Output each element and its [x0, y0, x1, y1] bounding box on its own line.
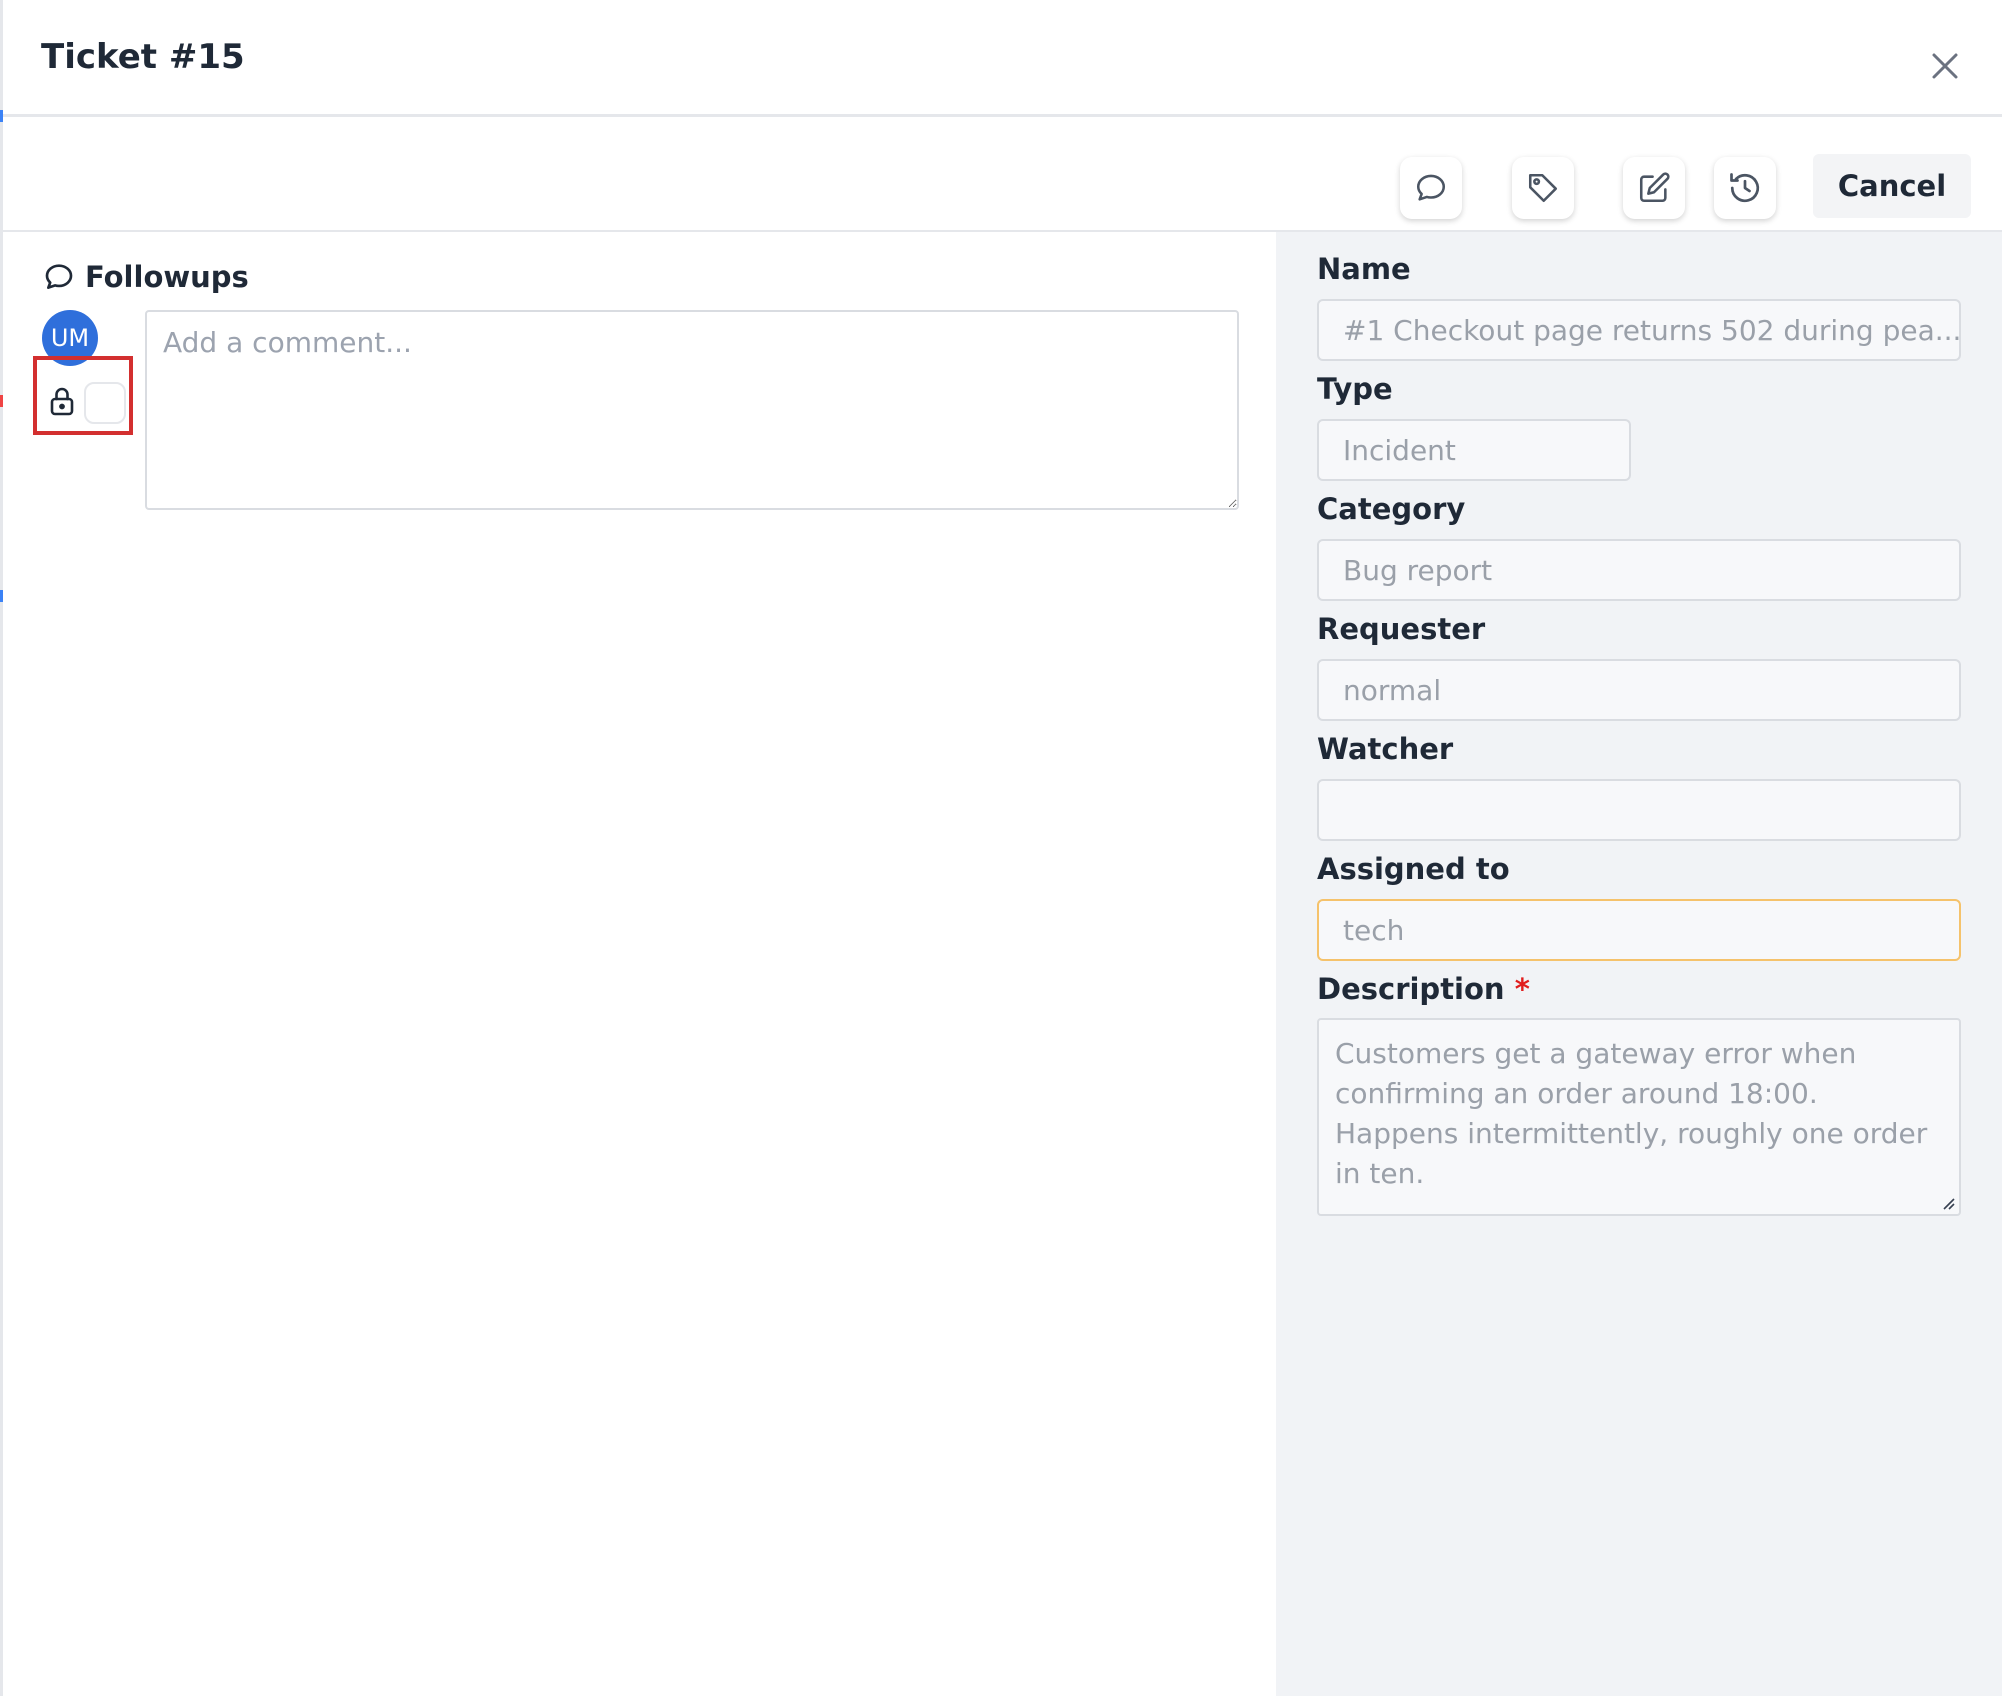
edit-button[interactable]	[1623, 157, 1685, 219]
name-label: Name	[1317, 252, 1411, 286]
edit-icon	[1639, 172, 1670, 203]
comment-input[interactable]	[145, 310, 1239, 510]
history-button[interactable]	[1714, 157, 1776, 219]
assigned-to-label: Assigned to	[1317, 852, 1510, 886]
followup-button[interactable]	[1400, 157, 1462, 219]
followups-title: Followups	[85, 260, 249, 294]
followups-pane: Followups UM	[3, 232, 1276, 1696]
type-field[interactable]: Incident	[1317, 419, 1631, 481]
requester-field[interactable]: normal	[1317, 659, 1961, 721]
description-text: Customers get a gateway error when confi…	[1335, 1037, 1928, 1190]
chat-bubble-icon	[1416, 174, 1446, 201]
modal-toolbar: Cancel	[3, 117, 2002, 232]
cancel-button[interactable]: Cancel	[1813, 154, 1971, 218]
modal-title: Ticket #15	[41, 37, 245, 77]
lock-icon	[50, 387, 74, 416]
followups-header: Followups	[43, 260, 249, 294]
ticket-details-pane: Name #1 Checkout page returns 502 during…	[1276, 232, 2002, 1696]
description-field[interactable]: Customers get a gateway error when confi…	[1317, 1018, 1961, 1216]
private-comment-control	[33, 356, 133, 435]
watcher-field[interactable]	[1317, 779, 1961, 841]
category-label: Category	[1317, 492, 1466, 526]
type-label: Type	[1317, 372, 1393, 406]
name-field[interactable]: #1 Checkout page returns 502 during pea.…	[1317, 299, 1961, 361]
private-checkbox[interactable]	[84, 382, 126, 424]
tag-button[interactable]	[1512, 157, 1574, 219]
watcher-label: Watcher	[1317, 732, 1454, 766]
description-label-text: Description	[1317, 972, 1505, 1006]
close-button[interactable]	[1923, 44, 1967, 88]
close-icon	[1932, 53, 1958, 79]
history-icon	[1730, 173, 1760, 203]
chat-bubble-icon	[45, 264, 73, 289]
resize-handle-icon[interactable]	[1939, 1194, 1955, 1210]
requester-label: Requester	[1317, 612, 1486, 646]
tag-icon	[1528, 173, 1558, 203]
assigned-to-field[interactable]: tech	[1317, 899, 1961, 961]
ticket-modal: Ticket #15 Cancel Followups UM Add a com…	[3, 0, 2002, 1696]
required-marker: *	[1514, 972, 1530, 1006]
category-field[interactable]: Bug report	[1317, 539, 1961, 601]
description-label: Description *	[1317, 972, 1530, 1006]
modal-header: Ticket #15	[3, 0, 2002, 117]
